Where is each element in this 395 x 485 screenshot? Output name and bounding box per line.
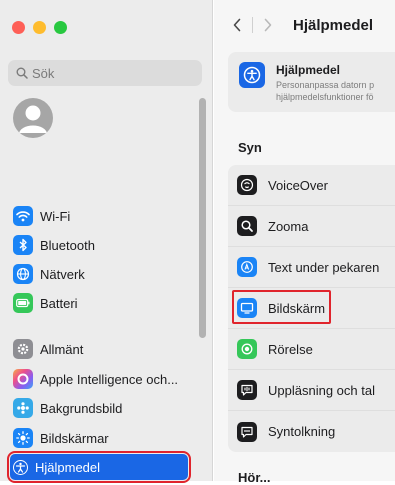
motion-icon: [237, 339, 257, 359]
accessibility-header-card: Hjälpmedel Personanpassa datorn p hjälpm…: [228, 52, 395, 112]
sidebar-item-bluetooth[interactable]: Bluetooth: [10, 232, 188, 258]
search-field[interactable]: [8, 60, 202, 86]
gear-icon: [13, 339, 33, 359]
sidebar-scrollbar[interactable]: [199, 98, 206, 338]
toolbar-divider: [252, 17, 253, 33]
sidebar-item-battery[interactable]: Batteri: [10, 290, 188, 316]
maximize-window-button[interactable]: [54, 21, 67, 34]
minimize-window-button[interactable]: [33, 21, 46, 34]
sidebar-item-label: Bluetooth: [40, 237, 95, 253]
bluetooth-icon: [13, 235, 33, 255]
page-title: Hjälpmedel: [293, 16, 374, 34]
sidebar-item-apple-intelligence[interactable]: Apple Intelligence och...: [10, 366, 188, 392]
highlight-box: [232, 290, 331, 324]
search-icon: [16, 67, 28, 79]
toolbar: Hjälpmedel: [226, 14, 373, 36]
voiceover-icon: [237, 175, 257, 195]
sun-icon: [13, 428, 33, 448]
section-title-hearing: Hör...: [238, 470, 271, 485]
forward-button[interactable]: [257, 14, 279, 36]
audio-description-icon: [237, 421, 257, 442]
sidebar-item-general[interactable]: Allmänt: [10, 336, 188, 362]
section-title-vision: Syn: [238, 140, 262, 155]
zoom-icon: [237, 216, 257, 236]
globe-icon: [13, 264, 33, 284]
sidebar-item-label: Bakgrundsbild: [40, 400, 123, 416]
card-title: Hjälpmedel: [276, 63, 341, 77]
accessibility-icon: [13, 459, 28, 475]
sidebar-item-label: Wi-Fi: [40, 208, 71, 224]
main-pane: Hjälpmedel Hjälpmedel Personanpassa dato…: [214, 0, 395, 485]
row-label: VoiceOver: [268, 177, 328, 193]
row-label: Rörelse: [268, 341, 313, 357]
sidebar-item-label: Batteri: [40, 295, 78, 311]
row-voiceover[interactable]: VoiceOver: [228, 165, 395, 206]
chevron-left-icon: [233, 18, 241, 32]
row-hover-text[interactable]: Text under pekaren: [228, 247, 395, 288]
user-avatar[interactable]: [13, 98, 53, 138]
wifi-icon: [13, 206, 33, 226]
sidebar-item-accessibility[interactable]: Hjälpmedel: [7, 451, 191, 483]
row-label: Uppläsning och tal: [268, 382, 375, 398]
sidebar-item-label: Hjälpmedel: [35, 459, 101, 475]
search-input[interactable]: [32, 65, 182, 81]
sidebar-item-label: Allmänt: [40, 341, 84, 357]
window-controls: [12, 21, 67, 34]
accessibility-icon: [239, 62, 265, 88]
card-description-line: hjälpmedelsfunktioner fö: [276, 92, 374, 102]
row-label: Text under pekaren: [268, 259, 380, 275]
row-spoken-content[interactable]: Uppläsning och tal: [228, 370, 395, 411]
close-window-button[interactable]: [12, 21, 25, 34]
spoken-content-icon: [237, 380, 257, 400]
sidebar-item-network[interactable]: Nätverk: [10, 261, 188, 287]
sidebar-item-wallpaper[interactable]: Bakgrundsbild: [10, 395, 188, 421]
back-button[interactable]: [226, 14, 248, 36]
sidebar-item-label: Nätverk: [40, 266, 85, 282]
hover-text-icon: [237, 257, 257, 277]
row-zoom[interactable]: Zooma: [228, 206, 395, 247]
card-description: Personanpassa datorn p hjälpmedelsfunkti…: [276, 79, 374, 103]
wallpaper-icon: [13, 398, 33, 418]
battery-icon: [13, 293, 33, 313]
row-label: Zooma: [268, 218, 309, 234]
row-motion[interactable]: Rörelse: [228, 329, 395, 370]
sidebar-item-label: Apple Intelligence och...: [40, 371, 179, 387]
row-label: Syntolkning: [268, 424, 336, 439]
sidebar-item-displays[interactable]: Bildskärmar: [10, 425, 188, 451]
card-description-line: Personanpassa datorn p: [276, 80, 375, 90]
person-icon: [19, 105, 47, 133]
sidebar-item-label: Bildskärmar: [40, 430, 109, 446]
row-audio-description[interactable]: Syntolkning: [228, 411, 395, 452]
sidebar: Wi-Fi Bluetooth Nätverk Batteri Allmänt …: [0, 0, 213, 483]
apple-intelligence-icon: [13, 369, 33, 389]
sidebar-item-wifi[interactable]: Wi-Fi: [10, 203, 188, 229]
chevron-right-icon: [264, 18, 272, 32]
